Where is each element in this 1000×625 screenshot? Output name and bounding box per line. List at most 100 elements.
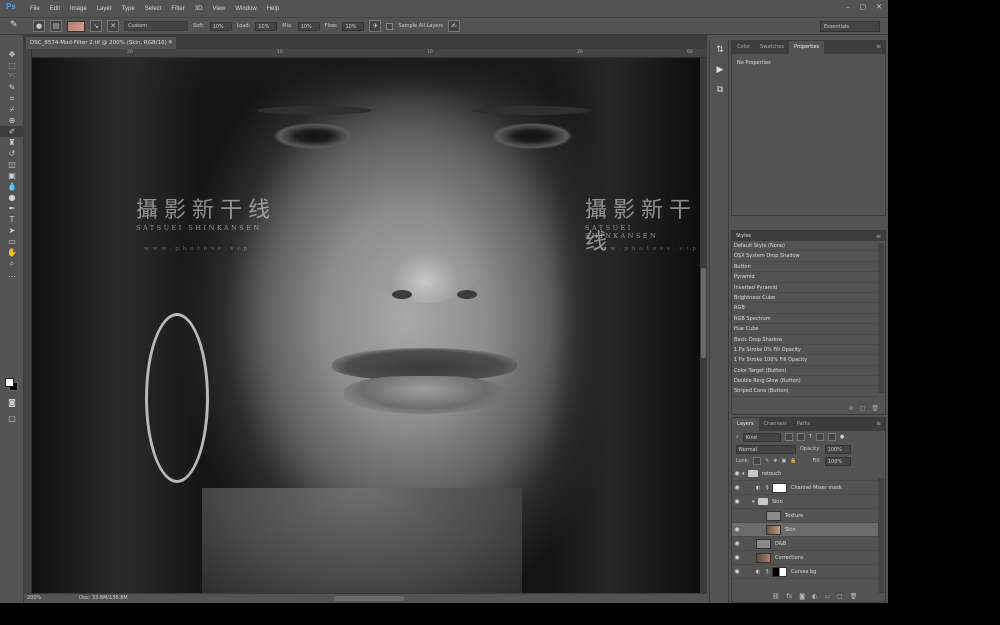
blend-mode-select[interactable]: Normal: [736, 444, 796, 454]
menu-file[interactable]: File: [30, 6, 40, 12]
gradient-tool-icon[interactable]: ▣: [0, 170, 24, 181]
history-brush-tool-icon[interactable]: ↺: [0, 148, 24, 159]
trash-icon[interactable]: 🗑: [871, 405, 879, 412]
flow-field[interactable]: 10%: [342, 21, 365, 31]
close-window-button[interactable]: ✕: [876, 3, 882, 11]
mix-field[interactable]: 10%: [297, 21, 320, 31]
tab-properties[interactable]: Properties: [788, 41, 825, 54]
style-item[interactable]: Color Target (Button): [732, 366, 878, 377]
pressure-icon[interactable]: ✍: [448, 20, 461, 32]
minimize-button[interactable]: –: [846, 3, 850, 11]
scroll-thumb[interactable]: [701, 268, 706, 358]
type-tool-icon[interactable]: T: [0, 214, 24, 225]
document-canvas[interactable]: 攝影新干线 SATSUEI SHINKANSEN www.photoss.vip…: [32, 58, 700, 593]
history-icon[interactable]: ⇅: [710, 40, 730, 60]
wet-field[interactable]: 10%: [209, 21, 232, 31]
menu-layer[interactable]: Layer: [97, 6, 112, 12]
menu-help[interactable]: Help: [267, 6, 279, 12]
visibility-eye-icon[interactable]: ◉: [732, 554, 742, 561]
close-icon[interactable]: ×: [168, 37, 173, 49]
lock-all-icon[interactable]: 🔒: [790, 458, 796, 464]
maximize-button[interactable]: ▢: [860, 3, 867, 11]
tab-color[interactable]: Color: [732, 41, 755, 54]
layer-thumbnail[interactable]: [766, 524, 781, 535]
document-tab[interactable]: DSC_8574-Mod-Filter 2.tif @ 200% (Skin, …: [26, 37, 176, 49]
style-item[interactable]: OSX System Drop Shadow: [732, 251, 878, 262]
layer-mask-thumbnail[interactable]: [772, 482, 787, 493]
pen-tool-icon[interactable]: ✒: [0, 203, 24, 214]
menu-view[interactable]: View: [212, 6, 225, 12]
filter-kind-select[interactable]: Kind: [742, 432, 781, 442]
visibility-eye-icon[interactable]: ◉: [732, 484, 742, 491]
load-brush-icon[interactable]: ↘: [90, 20, 102, 32]
menu-type[interactable]: Type: [122, 6, 135, 12]
brush-panel-icon[interactable]: ▤: [50, 20, 62, 32]
style-item[interactable]: Double Ring Glow (Button): [732, 376, 878, 387]
screen-mode-icon[interactable]: ▢: [0, 413, 24, 424]
more-tools-icon[interactable]: …: [0, 269, 24, 280]
sample-all-layers-checkbox[interactable]: [386, 22, 394, 30]
new-style-icon[interactable]: ▢: [860, 405, 866, 412]
trash-icon[interactable]: 🗑: [850, 593, 858, 600]
hand-tool-icon[interactable]: ✋: [0, 247, 24, 258]
panel-menu-icon[interactable]: ≡: [876, 43, 881, 50]
visibility-eye-icon[interactable]: ◉: [732, 540, 742, 547]
lasso-tool-icon[interactable]: ➰: [0, 71, 24, 82]
menu-image[interactable]: Image: [70, 6, 87, 12]
tab-channels[interactable]: Channels: [759, 418, 792, 431]
eyedropper-tool-icon[interactable]: ⌿: [0, 104, 24, 115]
clone-source-icon[interactable]: ⧉: [710, 80, 730, 100]
filter-pixel-icon[interactable]: [784, 433, 793, 441]
new-layer-icon[interactable]: ▢: [837, 593, 843, 600]
clean-brush-icon[interactable]: ✕: [107, 20, 119, 32]
add-mask-icon[interactable]: ◙: [799, 593, 805, 600]
menu-filter[interactable]: Filter: [171, 6, 184, 12]
filter-shape-icon[interactable]: [815, 433, 824, 441]
style-item[interactable]: Default Style (None): [732, 241, 878, 252]
visibility-eye-icon[interactable]: ◉: [732, 498, 742, 505]
tab-layers[interactable]: Layers: [732, 418, 759, 431]
layer-thumbnail[interactable]: [756, 538, 771, 549]
layer-row[interactable]: ◉ Texture: [732, 509, 880, 523]
style-item[interactable]: 1 Px Stroke 0% Fill Opacity: [732, 345, 878, 356]
fx-icon[interactable]: fx: [787, 593, 793, 600]
menu-edit[interactable]: Edit: [50, 6, 60, 12]
link-layers-icon[interactable]: ⛓: [772, 593, 780, 600]
brush-preset-icon[interactable]: ●: [33, 20, 45, 32]
filter-toggle-icon[interactable]: ●: [840, 434, 844, 440]
filter-adjustment-icon[interactable]: [796, 433, 805, 441]
layers-scrollbar[interactable]: [878, 478, 884, 593]
layer-thumbnail[interactable]: [766, 510, 781, 521]
tab-swatches[interactable]: Swatches: [755, 41, 789, 54]
eraser-tool-icon[interactable]: ◫: [0, 159, 24, 170]
blur-tool-icon[interactable]: 💧: [0, 181, 24, 192]
quick-select-tool-icon[interactable]: ✎: [0, 82, 24, 93]
dodge-tool-icon[interactable]: ●: [0, 192, 24, 203]
layer-row[interactable]: ◉ Skin: [732, 523, 880, 537]
layer-row[interactable]: ◉ ◐ § Curves bg: [732, 565, 880, 579]
workspace-select[interactable]: Essentials: [820, 21, 880, 32]
layer-row[interactable]: ◉ ▾ retouch: [732, 467, 880, 481]
rectangle-tool-icon[interactable]: ▭: [0, 236, 24, 247]
layer-row[interactable]: ◉ Corrections: [732, 551, 880, 565]
zoom-level[interactable]: 200%: [27, 595, 41, 601]
current-brush-load-swatch[interactable]: [67, 20, 85, 32]
style-item[interactable]: RGB Spectrum: [732, 314, 878, 325]
style-item[interactable]: Hue Cube: [732, 324, 878, 335]
filter-smart-icon[interactable]: [827, 433, 836, 441]
quick-mask-icon[interactable]: ◙: [0, 397, 24, 408]
move-tool-icon[interactable]: ✥: [0, 49, 24, 60]
lock-paint-icon[interactable]: ✎: [765, 458, 769, 464]
blend-preset-select[interactable]: Custom: [124, 21, 188, 31]
lock-artboard-icon[interactable]: ▣: [782, 458, 787, 464]
lock-move-icon[interactable]: ✥: [773, 458, 777, 464]
style-item[interactable]: Brightness Cube: [732, 293, 878, 304]
zoom-tool-icon[interactable]: ⌕: [0, 258, 24, 269]
new-group-icon[interactable]: ▭: [824, 593, 830, 600]
adjustment-layer-icon[interactable]: ◐: [812, 593, 817, 600]
menu-window[interactable]: Window: [235, 6, 256, 12]
layer-row[interactable]: ◉ ▾ Skin: [732, 495, 880, 509]
opacity-field[interactable]: 100%: [824, 444, 851, 454]
styles-scrollbar[interactable]: [878, 243, 884, 393]
vertical-scrollbar[interactable]: [700, 58, 707, 593]
